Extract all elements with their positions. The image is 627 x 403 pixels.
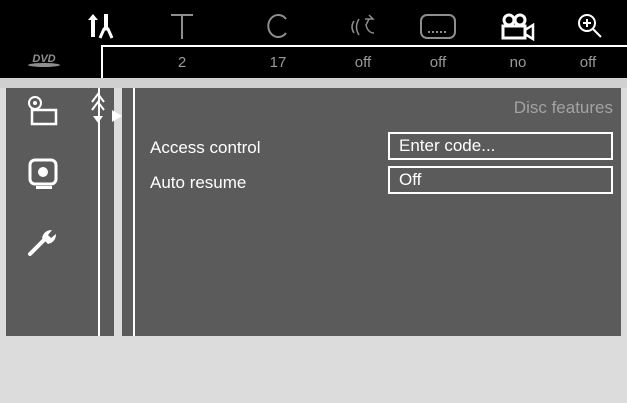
zoom-icon[interactable] [570, 10, 610, 42]
auto-resume-label[interactable]: Auto resume [150, 173, 246, 193]
panel-title: Disc features [513, 98, 613, 117]
angle-icon[interactable] [498, 10, 538, 42]
top-menu-bar: 2 17 off off no off DVD [0, 0, 627, 78]
subtitle-icon[interactable] [418, 10, 458, 42]
auto-resume-field[interactable]: Off [388, 166, 613, 194]
access-control-label[interactable]: Access control [150, 138, 261, 158]
title-value: 2 [177, 54, 187, 71]
submenu-divider [133, 88, 135, 336]
separator-strip [0, 78, 627, 88]
disc-features-icon[interactable] [26, 94, 62, 130]
playback-icon[interactable] [26, 156, 62, 192]
audio-value: off [354, 54, 372, 71]
dvd-logo: DVD [20, 52, 68, 68]
navigation-arrows-icon [90, 90, 122, 132]
preferences-icon[interactable] [80, 10, 120, 42]
audio-icon[interactable] [343, 10, 383, 42]
title-icon[interactable] [162, 10, 202, 42]
top-bar-divider-vertical [101, 45, 103, 78]
angle-value: no [509, 54, 527, 71]
chapter-icon[interactable] [258, 10, 298, 42]
setup-icon[interactable] [26, 224, 62, 260]
subtitle-value: off [429, 54, 447, 71]
zoom-value: off [579, 54, 597, 71]
top-bar-divider-horizontal [101, 45, 627, 47]
access-control-field[interactable]: Enter code... [388, 132, 613, 160]
chapter-value: 17 [269, 54, 287, 71]
